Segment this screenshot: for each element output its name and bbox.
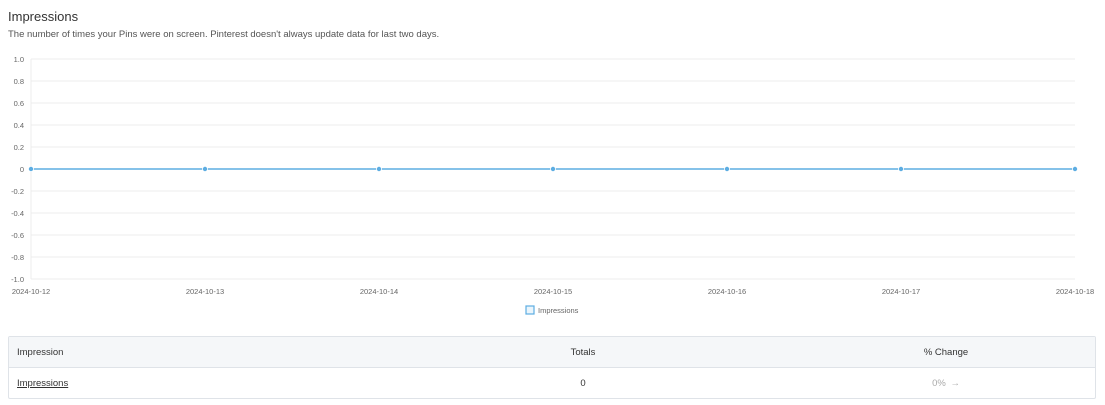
- impressions-line-chart: 1.0 0.8 0.6 0.4 0.2 0 -0.2 -0.4 -0.6 -0.8 -1.0 202…: [11, 55, 1094, 315]
- y-tick-label: -0.8: [11, 253, 24, 262]
- x-axis-labels: 2024-10-12 2024-10-13 2024-10-14 2024-10-15…: [12, 287, 1094, 296]
- data-point: [375, 166, 382, 173]
- chart-legend[interactable]: Impressions: [525, 305, 579, 315]
- impressions-table: Impression Totals % Change Impressions 0…: [8, 336, 1096, 399]
- column-header-impression: Impression: [17, 346, 64, 358]
- table-row: Impressions 0 0% →: [9, 368, 1095, 398]
- data-point: [550, 166, 557, 173]
- y-tick-label: 0.2: [14, 143, 24, 152]
- legend-swatch: [525, 305, 535, 315]
- row-total: 0: [580, 378, 586, 389]
- x-tick-label: 2024-10-13: [186, 287, 224, 296]
- data-point: [201, 166, 208, 173]
- x-tick-label: 2024-10-18: [1056, 287, 1094, 296]
- arrow-right-icon: →: [950, 378, 960, 389]
- y-tick-label: -0.6: [11, 231, 24, 240]
- y-tick-label: 0.8: [14, 77, 24, 86]
- data-point: [724, 166, 731, 173]
- x-tick-label: 2024-10-17: [882, 287, 920, 296]
- legend-label: Impressions: [538, 306, 579, 315]
- x-tick-label: 2024-10-12: [12, 287, 50, 296]
- column-header-totals: Totals: [570, 346, 596, 358]
- x-tick-label: 2024-10-14: [360, 287, 398, 296]
- row-change-cell: 0% →: [799, 378, 1093, 389]
- page-subtitle: The number of times your Pins were on sc…: [8, 29, 440, 40]
- y-tick-label: -0.4: [11, 209, 24, 218]
- y-tick-label: -0.2: [11, 187, 24, 196]
- y-tick-label: 0.4: [14, 121, 24, 130]
- column-header-change: % Change: [923, 346, 969, 358]
- page-title: Impressions: [8, 9, 79, 24]
- x-tick-label: 2024-10-16: [708, 287, 746, 296]
- y-axis-labels: 1.0 0.8 0.6 0.4 0.2 0 -0.2 -0.4 -0.6 -0.8 -1.0: [11, 55, 24, 284]
- y-tick-label: 0.6: [14, 99, 24, 108]
- row-change: 0%: [932, 378, 946, 389]
- chart-header: Impressions The number of times your Pin…: [8, 9, 439, 41]
- data-point: [27, 166, 34, 173]
- data-point: [898, 166, 905, 173]
- row-name-cell: Impressions: [9, 378, 367, 389]
- x-tick-label: 2024-10-15: [534, 287, 572, 296]
- impressions-link[interactable]: Impressions: [17, 378, 68, 389]
- series-layer: [27, 166, 1079, 173]
- table-header-row: Impression Totals % Change: [9, 337, 1095, 368]
- data-point: [1072, 166, 1079, 173]
- y-tick-label: 0: [20, 165, 24, 174]
- y-tick-label: 1.0: [14, 55, 24, 64]
- y-tick-label: -1.0: [11, 275, 24, 284]
